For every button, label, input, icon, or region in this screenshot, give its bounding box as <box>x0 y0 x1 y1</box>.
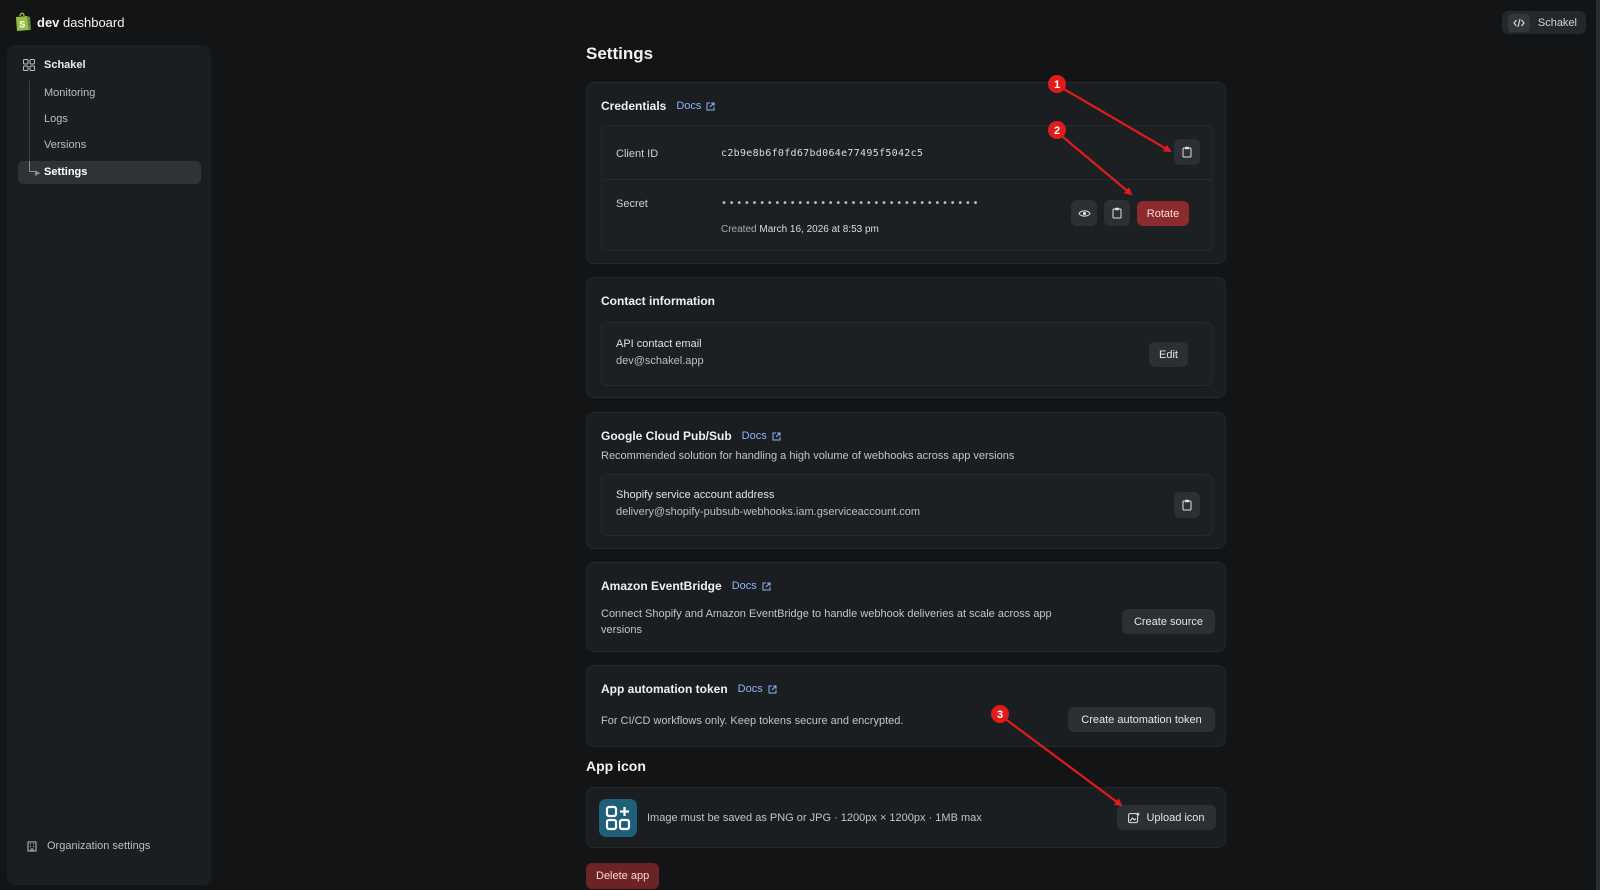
eventbridge-description: Connect Shopify and Amazon EventBridge t… <box>601 608 1052 636</box>
image-upload-icon <box>1128 812 1141 823</box>
sidebar-item-settings[interactable]: ▶ Settings <box>18 161 201 184</box>
app-name: Schakel <box>44 59 86 71</box>
clipboard-icon <box>1182 146 1192 158</box>
external-link-icon <box>706 102 715 110</box>
pubsub-docs-link[interactable]: Docs <box>742 430 781 442</box>
automation-description: For CI/CD workflows only. Keep tokens se… <box>601 715 904 727</box>
copy-client-id-button[interactable] <box>1174 139 1200 165</box>
external-link-icon <box>772 432 781 440</box>
eventbridge-docs-link[interactable]: Docs <box>732 580 771 592</box>
credentials-docs-link[interactable]: Docs <box>676 100 715 112</box>
edit-email-button[interactable]: Edit <box>1149 342 1188 367</box>
app-icon-heading: App icon <box>586 758 646 774</box>
apps-plus-icon <box>605 805 631 831</box>
window-edge <box>1596 0 1600 890</box>
user-menu-button[interactable]: Schakel <box>1501 11 1586 34</box>
organization-settings-label: Organization settings <box>47 840 151 852</box>
delete-app-button[interactable]: Delete app <box>586 863 660 889</box>
organization-settings-link[interactable]: Organization settings <box>27 840 150 852</box>
api-email-label: API contact email <box>616 338 702 350</box>
eye-icon <box>1077 209 1091 217</box>
page-title: Settings <box>586 44 654 63</box>
app-icon-preview <box>599 799 637 837</box>
client-id-value: c2b9e8b6f0fd67bd064e77495f5042c5 <box>721 148 924 159</box>
clipboard-icon <box>1112 207 1122 219</box>
show-secret-button[interactable] <box>1071 200 1097 226</box>
contact-panel: API contact email dev@schakel.app Edit <box>601 322 1213 386</box>
upload-icon-label: Upload icon <box>1146 811 1205 824</box>
sidebar: Schakel Monitoring Logs Versions ▶ Setti… <box>7 45 211 885</box>
pubsub-description: Recommended solution for handling a high… <box>601 450 1015 462</box>
sidebar-item-settings-label: Settings <box>44 166 88 178</box>
pubsub-title: Google Cloud Pub/Sub Docs <box>601 429 781 443</box>
api-email-value: dev@schakel.app <box>616 355 704 367</box>
secret-label: Secret <box>616 198 648 210</box>
app-icon-description: Image must be saved as PNG or JPG · 1200… <box>647 812 982 824</box>
svg-text:S: S <box>19 20 25 30</box>
external-link-icon <box>762 582 771 590</box>
client-id-label: Client ID <box>616 148 659 160</box>
create-automation-token-button[interactable]: Create automation token <box>1068 707 1215 732</box>
brand[interactable]: S dev dashboard <box>14 12 124 32</box>
sidebar-item-versions[interactable]: Versions <box>44 139 86 151</box>
sidebar-app-title[interactable]: Schakel <box>23 59 86 71</box>
shopify-bag-icon: S <box>16 12 31 31</box>
service-account-value: delivery@shopify-pubsub-webhooks.iam.gse… <box>616 506 921 518</box>
brand-name: dev dashboard <box>37 14 125 30</box>
eventbridge-title: Amazon EventBridge Docs <box>601 579 771 593</box>
copy-service-account-button[interactable] <box>1174 492 1200 518</box>
sidebar-item-monitoring[interactable]: Monitoring <box>44 87 95 99</box>
secret-created: Created March 16, 2026 at 8:53 pm <box>721 224 879 235</box>
credentials-panel: Client ID c2b9e8b6f0fd67bd064e77495f5042… <box>601 125 1213 251</box>
create-source-button[interactable]: Create source <box>1122 609 1215 634</box>
secret-value: •••••••••••••••••••••••••••••••••• <box>721 198 981 209</box>
app-icon-card: Image must be saved as PNG or JPG · 1200… <box>586 787 1226 848</box>
top-bar: S dev dashboard Schakel <box>0 0 1600 44</box>
upload-icon-button[interactable]: Upload icon <box>1117 805 1216 830</box>
contact-title: Contact information <box>601 294 715 308</box>
contact-card: Contact information API contact email de… <box>586 277 1226 398</box>
clipboard-icon <box>1182 499 1192 511</box>
apps-icon <box>23 59 35 71</box>
eventbridge-card: Amazon EventBridge Docs Connect Shopify … <box>586 562 1226 652</box>
external-link-icon <box>768 685 777 693</box>
user-label: Schakel <box>1537 16 1577 29</box>
credentials-card: Credentials Docs Client ID c2b9e8b6f0fd6… <box>586 82 1226 264</box>
automation-title: App automation token Docs <box>601 682 777 696</box>
code-icon <box>1507 13 1530 32</box>
pubsub-panel: Shopify service account address delivery… <box>601 474 1213 536</box>
divider <box>602 179 1212 180</box>
nav-arrow-icon: ▶ <box>35 170 41 177</box>
service-account-label: Shopify service account address <box>616 489 775 501</box>
pubsub-card: Google Cloud Pub/Sub Docs Recommended so… <box>586 412 1226 549</box>
automation-card: App automation token Docs For CI/CD work… <box>586 665 1226 747</box>
automation-docs-link[interactable]: Docs <box>738 683 777 695</box>
sidebar-item-logs[interactable]: Logs <box>44 113 68 125</box>
credentials-title: Credentials Docs <box>601 99 715 113</box>
building-icon <box>27 841 37 851</box>
copy-secret-button[interactable] <box>1104 200 1130 226</box>
rotate-secret-button[interactable]: Rotate <box>1137 201 1189 226</box>
